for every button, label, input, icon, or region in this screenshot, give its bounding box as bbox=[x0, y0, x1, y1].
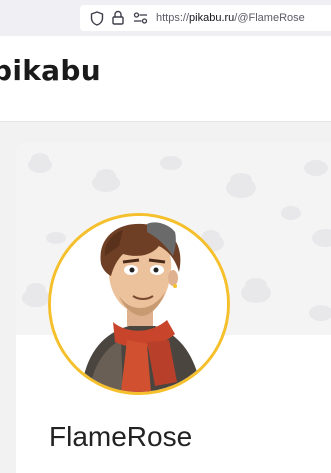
site-logo[interactable]: pikabu bbox=[0, 54, 101, 87]
url-text[interactable]: https://pikabu.ru/@FlameRose bbox=[156, 12, 305, 24]
lock-icon[interactable] bbox=[112, 10, 124, 25]
avatar-illustration bbox=[51, 216, 227, 392]
site-header: pikabu bbox=[0, 36, 331, 122]
profile-username: FlameRose bbox=[49, 421, 193, 452]
url-host: pikabu.ru bbox=[189, 12, 235, 24]
shield-icon[interactable] bbox=[90, 11, 104, 26]
profile-avatar[interactable] bbox=[48, 213, 230, 395]
avatar-image bbox=[51, 216, 227, 392]
url-path: /@FlameRose bbox=[234, 12, 305, 24]
browser-toolbar: https://pikabu.ru/@FlameRose bbox=[0, 0, 331, 36]
url-scheme: https:// bbox=[156, 12, 190, 24]
permissions-icon[interactable] bbox=[133, 12, 148, 24]
